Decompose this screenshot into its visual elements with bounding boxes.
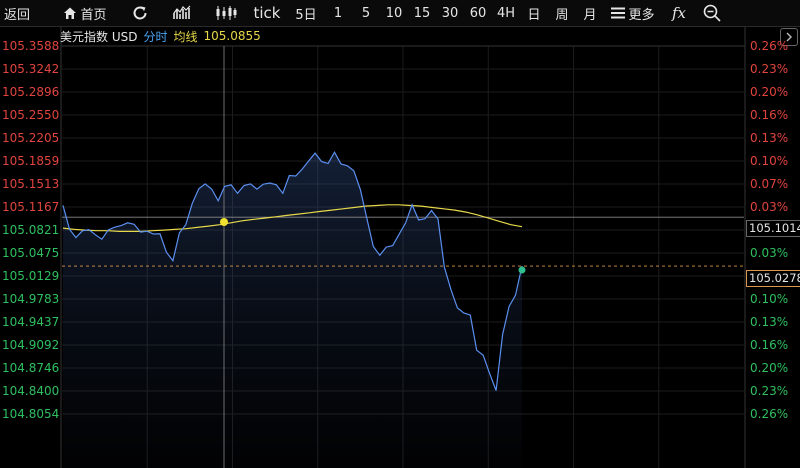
percent-axis-tick: 0.23%	[750, 384, 789, 398]
period-15min[interactable]: 15	[408, 0, 436, 26]
percent-axis-tick: 0.07%	[750, 177, 789, 191]
prev-close-tag: 105.1014	[746, 220, 800, 237]
period-month[interactable]: 月	[576, 0, 604, 26]
line-chart-icon	[173, 5, 191, 19]
menu-icon	[611, 7, 626, 19]
percent-axis-tick: 0.03%	[750, 246, 789, 260]
percent-axis-tick: 0.23%	[750, 62, 789, 76]
home-button[interactable]: 首页	[50, 0, 120, 26]
price-axis-tick: 105.1167	[2, 200, 60, 214]
chart-area[interactable]	[0, 0, 800, 468]
price-axis-tick: 105.2205	[2, 131, 60, 145]
percent-axis-tick: 0.13%	[750, 315, 789, 329]
refresh-icon	[133, 6, 147, 20]
price-axis-tick: 105.0821	[2, 223, 60, 237]
period-5min[interactable]: 5	[352, 0, 380, 26]
percent-axis-tick: 0.13%	[750, 131, 789, 145]
price-axis-tick: 104.8746	[2, 361, 60, 375]
percent-axis-tick: 0.26%	[750, 407, 789, 421]
more-label: 更多	[628, 7, 655, 23]
price-axis-tick: 105.2896	[2, 85, 60, 99]
period-1min[interactable]: 1	[324, 0, 352, 26]
percent-axis-tick: 0.20%	[750, 85, 789, 99]
percent-axis-tick: 0.16%	[750, 338, 789, 352]
price-axis-tick: 104.9783	[2, 292, 60, 306]
zoom-out-button[interactable]	[696, 0, 728, 26]
price-axis-tick: 105.3242	[2, 62, 60, 76]
price-area-fill	[63, 152, 522, 468]
formula-button[interactable]: fx	[662, 0, 696, 26]
period-5day[interactable]: 5日	[288, 0, 324, 26]
percent-axis-tick: 0.10%	[750, 292, 789, 306]
period-10min[interactable]: 10	[380, 0, 408, 26]
instrument-name: 美元指数 USD	[60, 29, 138, 44]
zoom-out-icon	[703, 4, 721, 22]
candlestick-button[interactable]	[206, 0, 246, 26]
price-axis-tick: 104.9092	[2, 338, 60, 352]
price-axis-tick: 105.0475	[2, 246, 60, 260]
more-button[interactable]: 更多	[604, 0, 662, 26]
back-button[interactable]: 返回	[0, 0, 34, 26]
price-axis-tick: 105.3588	[2, 39, 60, 53]
chart-info-bar: 美元指数 USD 分时 均线 105.0855	[60, 27, 261, 45]
crosshair-avg-dot	[220, 218, 228, 226]
avg-line-value: 105.0855	[203, 29, 261, 43]
period-week[interactable]: 周	[548, 0, 576, 26]
avg-line-label: 均线	[173, 29, 198, 44]
percent-axis-tick: 0.16%	[750, 108, 789, 122]
refresh-button[interactable]	[120, 0, 160, 26]
home-label: 首页	[80, 7, 107, 23]
candlestick-icon	[216, 6, 237, 20]
price-axis-tick: 104.8400	[2, 384, 60, 398]
price-axis-tick: 105.1859	[2, 154, 60, 168]
top-toolbar: 返回 首页 tick 5日 1 5 10 15 30 60 4H 日 周 月 更…	[0, 0, 800, 27]
period-30min[interactable]: 30	[436, 0, 464, 26]
price-axis-tick: 104.9437	[2, 315, 60, 329]
period-60min[interactable]: 60	[464, 0, 492, 26]
percent-axis-tick: 0.20%	[750, 361, 789, 375]
price-axis-tick: 105.1513	[2, 177, 60, 191]
chart-mode-label[interactable]: 分时	[143, 28, 167, 45]
price-axis-tick: 105.2550	[2, 108, 60, 122]
price-axis-tick: 105.0129	[2, 269, 60, 283]
period-day[interactable]: 日	[520, 0, 548, 26]
tick-button[interactable]: tick	[246, 0, 288, 26]
last-price-tag: 105.0278	[746, 270, 800, 287]
period-4h[interactable]: 4H	[492, 0, 520, 26]
percent-axis-tick: 0.03%	[750, 200, 789, 214]
last-price-dot	[518, 266, 526, 274]
price-axis-tick: 104.8054	[2, 407, 60, 421]
percent-axis-tick: 0.26%	[750, 39, 789, 53]
home-icon	[64, 7, 77, 19]
percent-axis-tick: 0.10%	[750, 154, 789, 168]
line-chart-button[interactable]	[160, 0, 206, 26]
